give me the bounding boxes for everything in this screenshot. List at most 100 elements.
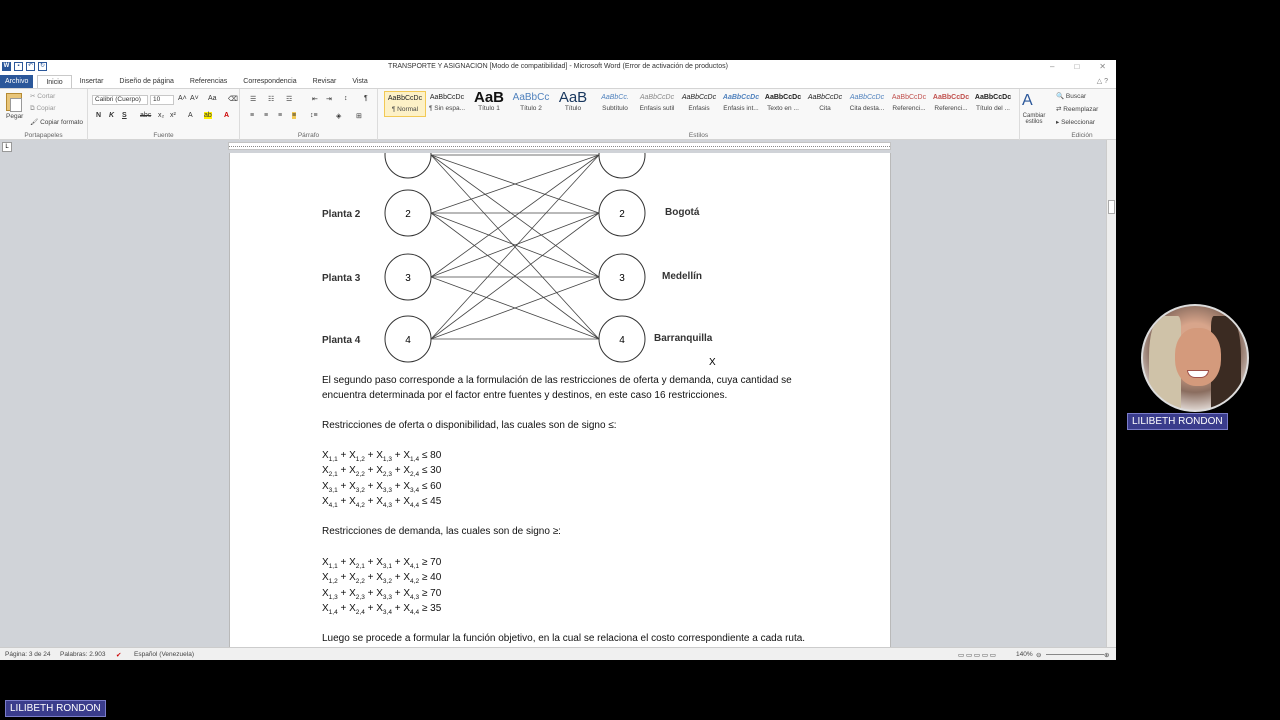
tab-vista[interactable]: Vista [344, 75, 375, 88]
page-count[interactable]: Página: 3 de 24 [5, 651, 51, 658]
change-styles-icon[interactable]: A [1022, 92, 1033, 110]
maximize-button[interactable]: □ [1074, 62, 1079, 71]
style-item[interactable]: AaBbCcDc Cita [804, 91, 846, 117]
paste-icon[interactable] [6, 93, 22, 112]
strikethrough-icon[interactable]: abc [140, 112, 151, 119]
replace-button[interactable]: ⇄ Reemplazar [1056, 105, 1098, 113]
cut-button[interactable]: ✂ Cortar [30, 92, 55, 100]
source-node [384, 153, 432, 179]
style-item[interactable]: AaBbCcDc Texto en ... [762, 91, 804, 117]
style-item[interactable]: AaBbCcDc Referenci... [888, 91, 930, 117]
destination-name: Bogotá [665, 207, 700, 218]
highlight-icon[interactable]: ab [204, 112, 212, 119]
style-item[interactable]: AaBbCcDc Énfasis int... [720, 91, 762, 117]
numbering-icon[interactable]: ☷ [268, 95, 274, 103]
bullets-icon[interactable]: ☰ [250, 95, 256, 103]
style-name: Subtítulo [602, 105, 628, 112]
source-node-label: 2 [405, 209, 411, 220]
ruler-toggle-button[interactable]: L [2, 142, 12, 152]
view-buttons[interactable]: ▭ ▭ ▭ ▭ ▭ [958, 651, 996, 659]
underline-button[interactable]: S [122, 112, 127, 119]
bold-button[interactable]: N [96, 112, 101, 119]
style-item[interactable]: AaBbCcDc ¶ Normal [384, 91, 426, 117]
borders-icon[interactable]: ⊞ [356, 112, 362, 120]
align-center-icon[interactable]: ≡ [264, 112, 268, 119]
zoom-in-icon[interactable]: ⊕ [1104, 651, 1109, 659]
horizontal-ruler[interactable] [228, 142, 891, 150]
zoom-out-icon[interactable]: ⊖ [1036, 651, 1041, 659]
scrollbar-thumb[interactable] [1108, 200, 1115, 214]
decrease-indent-icon[interactable]: ⇤ [312, 95, 318, 103]
style-item[interactable]: AaB Título [552, 91, 594, 117]
style-preview: AaBbCc. [601, 94, 629, 101]
tab-correspondencia[interactable]: Correspondencia [235, 75, 304, 88]
style-item[interactable]: AaBbCcDc Referenci... [930, 91, 972, 117]
tab-referencias[interactable]: Referencias [182, 75, 235, 88]
style-item[interactable]: AaBbCcDc Título del ... [972, 91, 1014, 117]
document-page[interactable]: 2 2 Planta 2 Bogotá 3 3 Planta 3 Medellín 4 4 Plan… [229, 153, 891, 647]
change-case-icon[interactable]: Aa [208, 95, 217, 102]
font-name-combo[interactable]: Calibri (Cuerpo) [92, 95, 148, 105]
close-button[interactable]: ✕ [1099, 62, 1106, 71]
language[interactable]: Español (Venezuela) [134, 651, 194, 658]
zoom-level[interactable]: 140% [1016, 651, 1033, 658]
shading-icon[interactable]: ◈ [336, 112, 341, 120]
proofing-icon[interactable]: ✔ [116, 651, 121, 659]
paragraph-group: ☰ ☷ ☲ ⇤ ⇥ ↕ ¶ ≡ ≡ ≡ ≡ ↕≡ ◈ ⊞ Párrafo [240, 89, 378, 140]
tab-archivo[interactable]: Archivo [0, 75, 34, 88]
style-item[interactable]: AaBbCcDc Énfasis sutil [636, 91, 678, 117]
align-right-icon[interactable]: ≡ [278, 112, 282, 119]
style-name: Referenci... [934, 105, 968, 112]
shrink-font-icon[interactable]: A˅ [190, 95, 199, 102]
clear-format-icon[interactable]: ⌫ [228, 95, 238, 103]
style-item[interactable]: AaBbCcDc Énfasis [678, 91, 720, 117]
help-icon[interactable]: △ ? [1097, 77, 1108, 85]
tab-insertar[interactable]: Insertar [72, 75, 112, 88]
style-item[interactable]: AaB Título 1 [468, 91, 510, 117]
demand-equation: X1,4 + X2,4 + X3,4 + X4,4 ≥ 35 [322, 602, 442, 616]
multilevel-list-icon[interactable]: ☲ [286, 95, 292, 103]
style-item[interactable]: AaBbCc. Subtítulo [594, 91, 636, 117]
line-spacing-icon[interactable]: ↕≡ [310, 112, 318, 119]
style-name: Título del ... [976, 105, 1010, 112]
source-name: Planta 3 [322, 273, 361, 284]
style-item[interactable]: AaBbCcDc ¶ Sin espa... [426, 91, 468, 117]
word-count[interactable]: Palabras: 2.903 [60, 651, 106, 658]
text-effects-icon[interactable]: A [188, 112, 193, 119]
zoom-slider[interactable] [1046, 654, 1104, 655]
destination-name: Barranquilla [654, 333, 713, 344]
copy-button[interactable]: ⧉ Copiar [30, 105, 56, 113]
style-item[interactable]: AaBbCcDc Cita desta... [846, 91, 888, 117]
font-size-combo[interactable]: 10 [150, 95, 174, 105]
font-color-icon[interactable]: A [224, 112, 229, 119]
style-item[interactable]: AaBbCc Título 2 [510, 91, 552, 117]
style-preview: AaB [473, 91, 504, 105]
style-preview: AaBbCcDc [722, 94, 760, 101]
subscript-icon[interactable]: x₂ [158, 112, 164, 119]
replace-label: Reemplazar [1063, 106, 1099, 113]
format-painter-button[interactable]: 🖌 Copiar formato [30, 118, 83, 126]
justify-icon[interactable]: ≡ [292, 112, 297, 119]
style-preview: AaBbCcDc [891, 94, 927, 101]
vertical-scrollbar[interactable] [1106, 140, 1116, 647]
italic-button[interactable]: K [109, 112, 114, 119]
align-left-icon[interactable]: ≡ [250, 112, 254, 119]
minimize-button[interactable]: – [1050, 62, 1054, 71]
style-name: Título 2 [520, 105, 542, 112]
select-button[interactable]: ▸ Seleccionar [1056, 118, 1095, 126]
show-marks-icon[interactable]: ¶ [364, 95, 368, 102]
paste-button[interactable]: Pegar [6, 113, 23, 120]
change-styles-button[interactable]: Cambiar estilos [1020, 113, 1048, 125]
find-button[interactable]: 🔍 Buscar [1056, 92, 1086, 100]
superscript-icon[interactable]: x² [170, 112, 176, 119]
style-preview: AaBbCcDc [932, 94, 970, 101]
tab-inicio[interactable]: Inicio [37, 75, 72, 88]
tab-revisar[interactable]: Revisar [305, 75, 345, 88]
grow-font-icon[interactable]: A˄ [178, 95, 187, 102]
sort-icon[interactable]: ↕ [344, 95, 348, 102]
style-name: Título 1 [478, 105, 500, 112]
destination-name: Medellín [662, 271, 702, 282]
increase-indent-icon[interactable]: ⇥ [326, 95, 332, 103]
style-preview: AaBbCcDc [807, 94, 843, 101]
tab-diseno-pagina[interactable]: Diseño de página [111, 75, 182, 88]
